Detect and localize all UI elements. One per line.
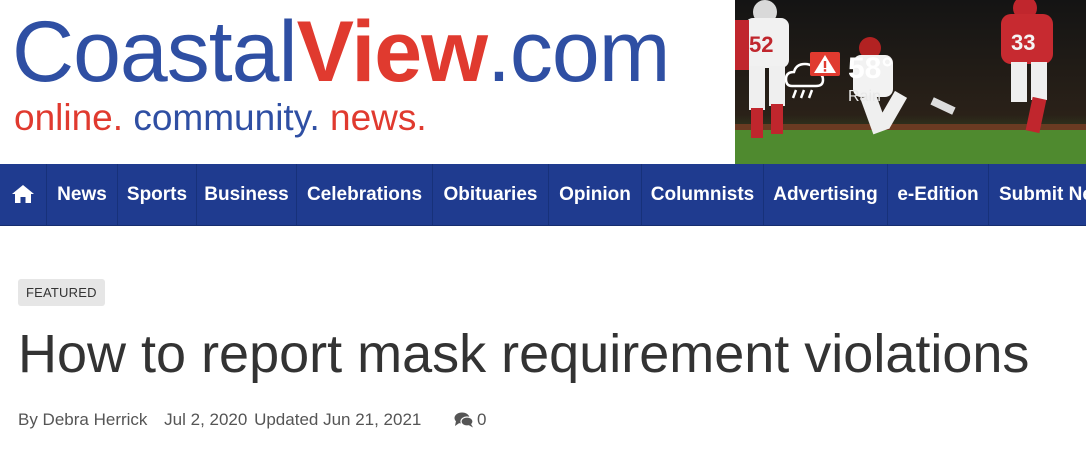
- updated-date: Updated Jun 21, 2021: [254, 410, 422, 429]
- nav-item-celebrations[interactable]: Celebrations: [297, 164, 433, 225]
- article-headline: How to report mask requirement violation…: [18, 324, 1030, 384]
- main-nav: News Sports Business Celebrations Obitua…: [0, 164, 1086, 226]
- nav-item-obituaries[interactable]: Obituaries: [433, 164, 549, 225]
- weather-widget[interactable]: 58° Rain: [782, 50, 902, 110]
- logo-wordmark: CoastalView.com: [12, 2, 670, 102]
- logo-coastal: Coastal: [12, 4, 298, 100]
- tagline-news: news.: [330, 97, 427, 138]
- weather-temperature: 58°: [848, 52, 894, 85]
- logo-view: View: [296, 4, 488, 100]
- author-link[interactable]: By Debra Herrick: [18, 408, 147, 432]
- logo-tagline: online. community. news.: [14, 98, 427, 138]
- published-date: Jul 2, 2020: [164, 410, 248, 429]
- tagline-community: community.: [133, 97, 320, 138]
- comment-count: 0: [477, 410, 487, 429]
- featured-badge: FEATURED: [18, 279, 105, 306]
- nav-item-sports[interactable]: Sports: [118, 164, 197, 225]
- site-logo[interactable]: CoastalView.com online. community. news.: [12, 2, 732, 152]
- article-byline: By Debra Herrick Jul 2, 2020 Updated Jun…: [18, 408, 421, 432]
- svg-text:52: 52: [749, 32, 773, 57]
- comments-icon: [454, 412, 474, 428]
- logo-dotcom: .com: [487, 4, 670, 100]
- nav-item-submit-news[interactable]: Submit News: [989, 164, 1086, 225]
- nav-item-columnists[interactable]: Columnists: [642, 164, 764, 225]
- nav-item-news[interactable]: News: [47, 164, 118, 225]
- weather-condition: Rain: [848, 88, 881, 105]
- nav-home-link[interactable]: [0, 164, 47, 225]
- home-icon: [12, 185, 34, 203]
- warning-triangle-icon: [814, 55, 836, 73]
- weather-alert-button[interactable]: [810, 52, 840, 76]
- nav-item-e-edition[interactable]: e-Edition: [888, 164, 989, 225]
- tagline-online: online.: [14, 97, 124, 138]
- masthead: CoastalView.com online. community. news.: [0, 0, 1086, 164]
- nav-item-opinion[interactable]: Opinion: [549, 164, 642, 225]
- svg-text:33: 33: [1011, 30, 1035, 55]
- nav-item-business[interactable]: Business: [197, 164, 297, 225]
- nav-item-advertising[interactable]: Advertising: [764, 164, 888, 225]
